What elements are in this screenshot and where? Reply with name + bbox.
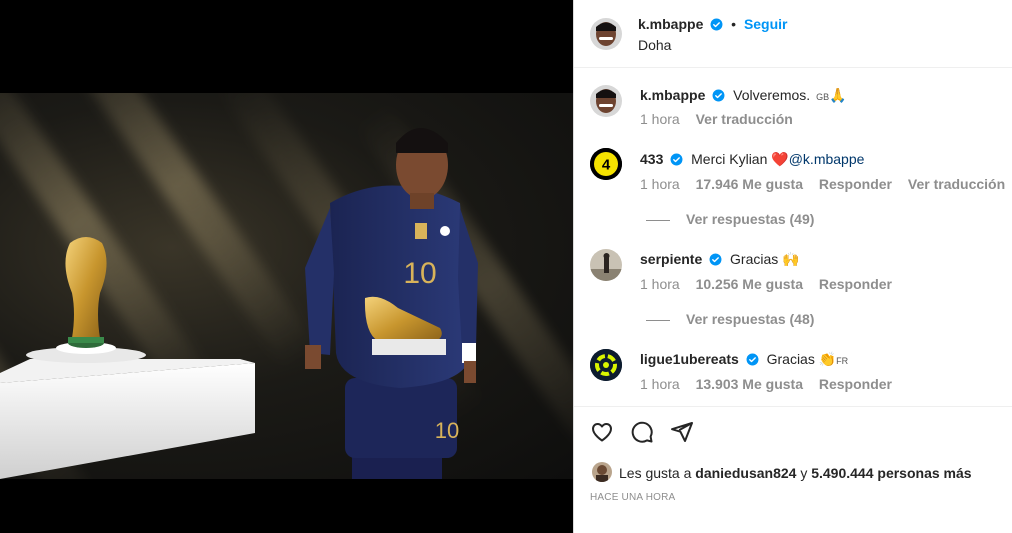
- post-timestamp[interactable]: HACE UNA HORA: [590, 492, 675, 503]
- caption-username[interactable]: k.mbappe: [640, 87, 705, 103]
- comment-text: Merci Kylian: [691, 151, 768, 167]
- svg-text:10: 10: [403, 257, 436, 290]
- post-media[interactable]: 10 10: [0, 0, 573, 533]
- raised-hands-emoji: 🙌: [782, 251, 800, 267]
- comment-time[interactable]: 1 hora: [640, 276, 680, 292]
- actions-divider: [574, 406, 1012, 407]
- mention-link[interactable]: @k.mbappe: [789, 151, 865, 167]
- view-replies-button[interactable]: Ver respuestas (48): [646, 311, 814, 327]
- view-replies-label: Ver respuestas (49): [686, 211, 815, 227]
- reply-button[interactable]: Responder: [819, 276, 892, 292]
- comment-icon[interactable]: [630, 420, 654, 444]
- follow-button[interactable]: Seguir: [744, 16, 788, 32]
- verified-badge-icon: [670, 153, 683, 169]
- likes-others-link[interactable]: 5.490.444 personas más: [811, 465, 971, 481]
- comment-likes[interactable]: 17.946 Me gusta: [696, 176, 803, 192]
- caption-translate-link[interactable]: Ver traducción: [696, 111, 793, 127]
- comment-meta: 1 hora 13.903 Me gusta Responder: [640, 376, 892, 392]
- heart-emoji: ❤️: [771, 151, 789, 167]
- caption-flag: GB: [816, 92, 830, 102]
- verified-badge-icon: [712, 89, 725, 105]
- likes-connector: y: [800, 465, 808, 481]
- comment: serpiente Gracias 🙌: [640, 251, 800, 269]
- verified-badge-icon: [710, 18, 723, 34]
- ligue1-logo-icon: [590, 349, 622, 381]
- view-replies-label: Ver respuestas (48): [686, 311, 815, 327]
- 433-logo-icon: 4: [590, 148, 622, 180]
- post-photo: 10 10: [0, 93, 573, 479]
- share-icon[interactable]: [670, 420, 694, 444]
- verified-badge-icon: [746, 353, 759, 369]
- comment-time[interactable]: 1 hora: [640, 176, 680, 192]
- verified-badge-icon: [709, 253, 722, 269]
- pray-emoji: 🙏: [829, 87, 847, 103]
- likes-prefix: Les gusta a: [619, 465, 692, 481]
- view-replies-button[interactable]: Ver respuestas (49): [646, 211, 814, 227]
- caption-time[interactable]: 1 hora: [640, 111, 680, 127]
- comment-likes[interactable]: 10.256 Me gusta: [696, 276, 803, 292]
- post-header: k.mbappe • Seguir Doha: [574, 0, 1012, 68]
- location-link[interactable]: Doha: [638, 37, 671, 53]
- comment-username[interactable]: ligue1ubereats: [640, 351, 739, 367]
- liker-avatar[interactable]: [592, 462, 612, 482]
- comment-text: Gracias: [730, 251, 779, 267]
- comment-meta: 1 hora 17.946 Me gusta Responder Ver tra…: [640, 176, 1005, 192]
- comment-meta: 1 hora 10.256 Me gusta Responder: [640, 276, 892, 292]
- separator-dot: •: [731, 16, 737, 32]
- avatar[interactable]: [590, 18, 622, 50]
- comment: 433 Merci Kylian ❤️@k.mbappe: [640, 151, 864, 169]
- photo-illustration: 10 10: [0, 128, 478, 479]
- comment-text: Gracias: [766, 351, 815, 367]
- liker-username[interactable]: daniedusan824: [695, 465, 796, 481]
- header-username[interactable]: k.mbappe: [638, 16, 703, 32]
- reply-button[interactable]: Responder: [819, 376, 892, 392]
- svg-text:4: 4: [602, 157, 611, 174]
- comment-avatar[interactable]: [590, 249, 622, 281]
- comment-avatar[interactable]: 4: [590, 148, 622, 180]
- avatar-image: [592, 462, 612, 482]
- comment-username[interactable]: serpiente: [640, 251, 702, 267]
- replies-divider: [646, 219, 670, 221]
- post-sidebar: k.mbappe • Seguir Doha k.mbappe Volverem…: [573, 0, 1012, 533]
- post-viewer: 10 10 k.mbappe • Seguir Doha k.mbappe Vo…: [0, 0, 1012, 533]
- avatar-image: [590, 249, 622, 281]
- comment-username[interactable]: 433: [640, 151, 663, 167]
- comment-avatar[interactable]: [590, 349, 622, 381]
- heart-icon[interactable]: [590, 420, 614, 444]
- comment-flag: FR: [836, 356, 849, 366]
- reply-button[interactable]: Responder: [819, 176, 892, 192]
- comment: ligue1ubereats Gracias 👏FR: [640, 351, 848, 369]
- translate-link[interactable]: Ver traducción: [908, 176, 1005, 192]
- svg-text:10: 10: [435, 418, 459, 443]
- clap-emoji: 👏: [818, 351, 837, 367]
- caption: k.mbappe Volveremos. GB🙏: [640, 87, 847, 105]
- comment-likes[interactable]: 13.903 Me gusta: [696, 376, 803, 392]
- caption-text: Volveremos.: [733, 87, 811, 103]
- comment-time[interactable]: 1 hora: [640, 376, 680, 392]
- avatar-image: [590, 18, 622, 50]
- likes-summary: Les gusta a daniedusan824 y 5.490.444 pe…: [619, 465, 972, 481]
- caption-meta: 1 hora Ver traducción: [640, 111, 793, 127]
- caption-avatar[interactable]: [590, 85, 622, 117]
- replies-divider: [646, 319, 670, 321]
- avatar-image: [590, 85, 622, 117]
